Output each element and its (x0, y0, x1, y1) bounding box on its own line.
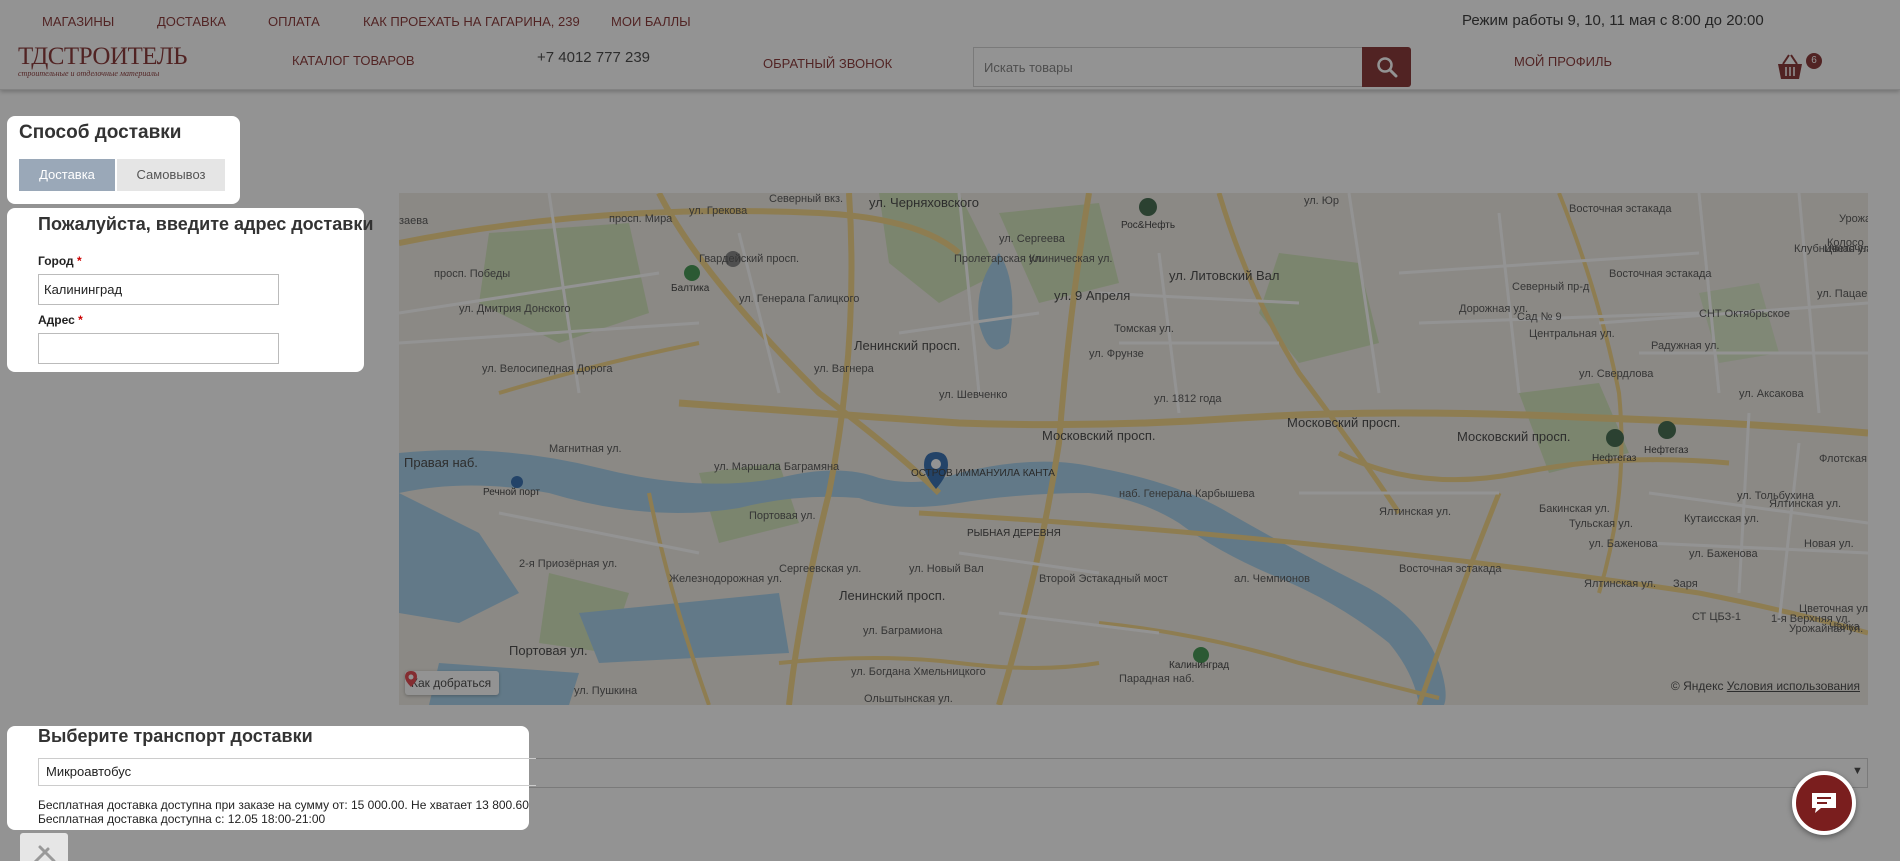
chat-button[interactable] (1792, 771, 1856, 835)
address-field[interactable] (38, 333, 279, 364)
tab-delivery[interactable]: Доставка (19, 159, 115, 191)
address-form-panel: Пожалуйста, введите адрес доставки Город… (7, 208, 373, 372)
delivery-method-title: Способ доставки (19, 122, 182, 143)
free-delivery-note: Бесплатная доставка доступна при заказе … (38, 798, 529, 812)
chat-icon (1812, 793, 1836, 813)
required-mark: * (78, 313, 83, 327)
city-label: Город * (38, 254, 82, 268)
transport-select[interactable]: Микроавтобус (38, 758, 536, 786)
transport-panel: Выберите транспорт доставки Микроавтобус… (7, 726, 536, 830)
free-delivery-time-note: Бесплатная доставка доступна с: 12.05 18… (38, 812, 326, 826)
city-label-text: Город (38, 254, 74, 268)
tools-button[interactable] (20, 833, 68, 861)
delivery-method-panel: Способ доставки Доставка Самовывоз (7, 116, 240, 204)
transport-title: Выберите транспорт доставки (38, 726, 313, 746)
delivery-method-tabs: Доставка Самовывоз (19, 159, 225, 191)
tab-pickup[interactable]: Самовывоз (117, 159, 225, 191)
required-mark: * (77, 254, 82, 268)
wrench-icon (33, 845, 56, 861)
address-label-text: Адрес (38, 313, 75, 327)
address-label: Адрес * (38, 313, 83, 327)
city-field[interactable] (38, 274, 279, 305)
address-form-title: Пожалуйста, введите адрес доставки (38, 214, 374, 234)
